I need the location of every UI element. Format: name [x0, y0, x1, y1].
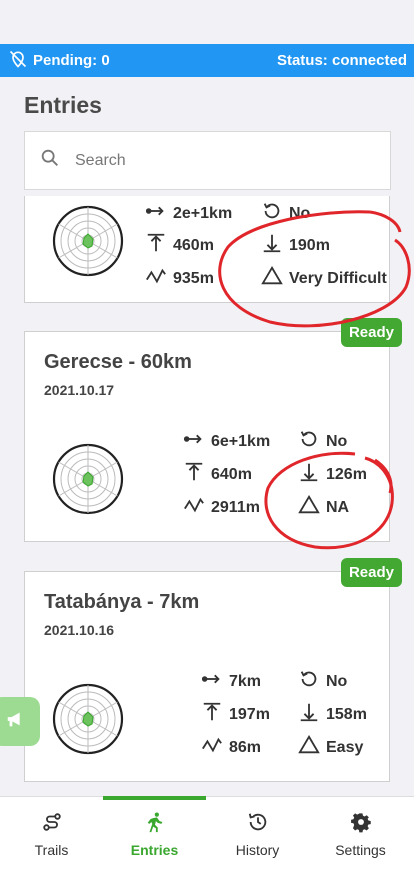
search-icon	[39, 147, 61, 174]
gear-icon	[350, 811, 372, 842]
entry-card[interactable]: Ready Tatabánya - 7km 2021.10.16 7km No …	[24, 558, 402, 782]
tab-entries[interactable]: Entries	[103, 796, 206, 867]
ascent-stat: 640m	[183, 461, 252, 488]
radar-chart	[52, 443, 124, 515]
elevation-profile-icon	[183, 494, 205, 521]
elevation-profile-icon	[145, 265, 167, 292]
distance-stat: 2e+1km	[145, 200, 232, 227]
distance-icon	[145, 200, 167, 227]
elevation-stat: 86m	[201, 734, 261, 761]
distance-stat: 7km	[201, 668, 261, 695]
entries-list[interactable]: 2e+1km No 460m 190m 935m Very Difficult	[0, 196, 414, 798]
tab-settings[interactable]: Settings	[309, 797, 412, 867]
descent-stat: 190m	[261, 232, 330, 259]
loop-stat: No	[261, 200, 310, 227]
entry-name: Gerecse - 60km	[44, 351, 192, 373]
radar-chart	[52, 683, 124, 755]
megaphone-icon	[5, 708, 27, 735]
descent-stat: 158m	[298, 701, 367, 728]
entry-card[interactable]: 2e+1km No 460m 190m 935m Very Difficult	[24, 196, 390, 303]
ascent-icon	[183, 461, 205, 488]
difficulty-stat: Very Difficult	[261, 265, 387, 292]
ascent-stat: 460m	[145, 232, 214, 259]
status-badge: Ready	[340, 318, 402, 347]
entry-card[interactable]: Ready Gerecse - 60km 2021.10.17 6e+1km N…	[24, 318, 402, 542]
difficulty-stat: Easy	[298, 734, 363, 761]
entry-date: 2021.10.16	[44, 622, 115, 638]
loop-stat: No	[298, 668, 347, 695]
descent-stat: 126m	[298, 461, 367, 488]
pending-count: Pending: 0	[33, 52, 110, 69]
elevation-stat: 2911m	[183, 494, 260, 521]
loop-icon	[261, 200, 283, 227]
status-badge: Ready	[340, 558, 402, 587]
loop-stat: No	[298, 428, 347, 455]
feedback-button[interactable]	[0, 697, 40, 746]
tab-trails[interactable]: Trails	[0, 797, 103, 867]
descent-icon	[261, 232, 283, 259]
ascent-icon	[145, 232, 167, 259]
route-icon	[41, 811, 63, 842]
entry-name: Tatabánya - 7km	[44, 591, 200, 613]
history-icon	[247, 811, 269, 842]
bottom-tab-bar: Trails Entries History Settings	[0, 796, 414, 896]
warning-triangle-icon	[261, 265, 283, 292]
elevation-profile-icon	[201, 734, 223, 761]
app-screen: Pending: 0 Status: connected Entries 2e+…	[0, 0, 414, 896]
tab-history[interactable]: History	[206, 797, 309, 867]
running-icon	[144, 811, 166, 842]
offline-pin-icon	[8, 49, 28, 73]
elevation-stat: 935m	[145, 265, 214, 292]
warning-triangle-icon	[298, 734, 320, 761]
distance-icon	[183, 428, 205, 455]
pending-status: Pending: 0	[8, 49, 110, 73]
distance-icon	[201, 668, 223, 695]
descent-icon	[298, 461, 320, 488]
descent-icon	[298, 701, 320, 728]
difficulty-stat: NA	[298, 494, 349, 521]
loop-icon	[298, 668, 320, 695]
search-box[interactable]	[24, 131, 391, 190]
ascent-stat: 197m	[201, 701, 270, 728]
ascent-icon	[201, 701, 223, 728]
entry-date: 2021.10.17	[44, 382, 115, 398]
loop-icon	[298, 428, 320, 455]
search-input[interactable]	[75, 151, 355, 170]
sync-status-bar: Pending: 0 Status: connected	[0, 44, 414, 77]
page-title: Entries	[24, 92, 102, 118]
connection-status: Status: connected	[276, 52, 407, 69]
warning-triangle-icon	[298, 494, 320, 521]
radar-chart	[52, 205, 124, 277]
distance-stat: 6e+1km	[183, 428, 270, 455]
